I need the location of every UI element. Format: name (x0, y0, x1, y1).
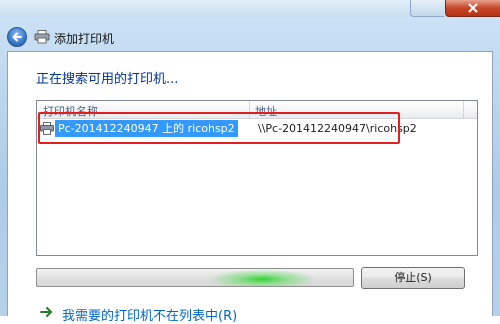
back-button[interactable] (7, 27, 27, 47)
maximize-button[interactable] (410, 0, 444, 17)
highlight-annotation (38, 112, 400, 144)
search-progress-bar (36, 268, 354, 287)
not-listed-link-label[interactable]: 我需要的打印机不在列表中(R) (62, 305, 237, 324)
printer-icon (34, 30, 50, 44)
close-icon (468, 3, 478, 13)
close-button[interactable] (445, 0, 500, 17)
page-heading: 正在搜索可用的打印机... (36, 72, 179, 87)
navigation-bar: 添加打印机 (0, 25, 500, 51)
stop-button[interactable]: 停止(S) (361, 267, 465, 289)
column-divider[interactable] (463, 101, 464, 118)
back-arrow-icon (12, 32, 22, 42)
window-title: 添加打印机 (54, 32, 115, 46)
progress-indicator (207, 269, 317, 286)
